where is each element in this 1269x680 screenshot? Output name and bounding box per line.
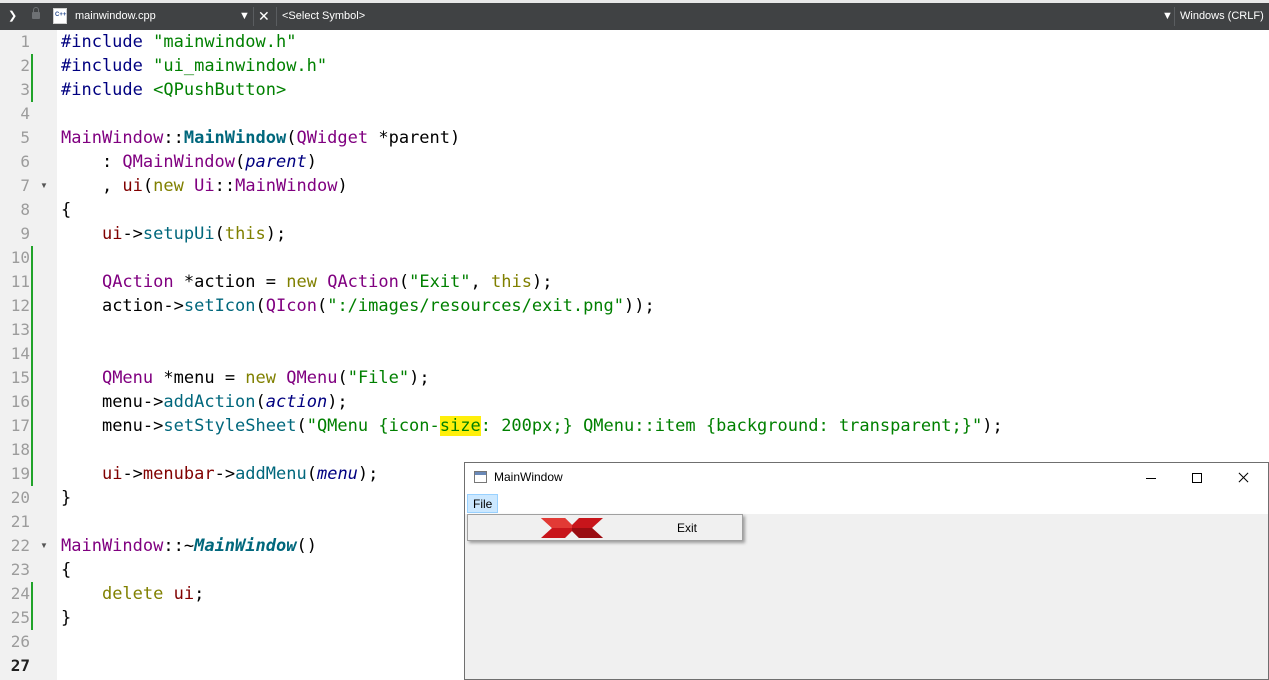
close-document-icon[interactable]: ✕ bbox=[258, 3, 270, 30]
line-number: 2 bbox=[20, 56, 30, 75]
open-file-combo[interactable]: mainwindow.cpp bbox=[75, 3, 156, 30]
line-endings-selector[interactable]: Windows (CRLF) bbox=[1180, 3, 1264, 30]
toolbar-divider bbox=[276, 7, 277, 26]
code-line-1: #include "mainwindow.h" bbox=[61, 32, 297, 52]
change-bar bbox=[31, 54, 33, 102]
file-dropdown-arrow-icon[interactable]: ▼ bbox=[239, 3, 250, 30]
line-number: 12 bbox=[10, 296, 30, 315]
line-number: 24 bbox=[10, 584, 30, 603]
line-number: 1 bbox=[20, 32, 30, 51]
line-number: 6 bbox=[20, 152, 30, 171]
minimize-icon[interactable] bbox=[1128, 463, 1174, 493]
code-line-22: MainWindow::~MainWindow() bbox=[61, 536, 317, 556]
line-number: 11 bbox=[10, 272, 30, 291]
line-number: 19 bbox=[10, 464, 30, 483]
line-number: 15 bbox=[10, 368, 30, 387]
file-menu-popup: Exit bbox=[467, 514, 743, 541]
fold-marker-icon[interactable]: ▼ bbox=[40, 534, 48, 558]
line-number: 10 bbox=[10, 248, 30, 267]
line-number: 3 bbox=[20, 80, 30, 99]
code-line-12: action->setIcon(QIcon(":/images/resource… bbox=[101, 296, 655, 316]
code-line-19: ui->menubar->addMenu(menu); bbox=[101, 464, 379, 484]
search-highlight: size bbox=[439, 416, 481, 436]
menu-item-exit[interactable]: Exit bbox=[677, 521, 697, 535]
code-line-15: QMenu *menu = new QMenu("File"); bbox=[101, 368, 430, 388]
code-line-6: : QMainWindow(parent) bbox=[61, 152, 317, 172]
code-line-11: QAction *action = new QAction("Exit", th… bbox=[101, 272, 553, 292]
change-bar bbox=[31, 582, 33, 630]
line-number: 25 bbox=[10, 608, 30, 627]
app-menu-bar: File bbox=[465, 493, 1268, 514]
code-line-3: #include <QPushButton> bbox=[61, 80, 287, 100]
line-number: 18 bbox=[10, 440, 30, 459]
code-line-8: { bbox=[61, 200, 72, 220]
code-line-16: menu->addAction(action); bbox=[101, 392, 348, 412]
maximize-icon[interactable] bbox=[1174, 463, 1220, 493]
line-number: 5 bbox=[20, 128, 30, 147]
menu-file[interactable]: File bbox=[467, 494, 499, 513]
line-number: 8 bbox=[20, 200, 30, 219]
line-number: 9 bbox=[20, 224, 30, 243]
toolbar-divider bbox=[253, 7, 254, 26]
code-line-25: } bbox=[61, 608, 72, 628]
code-line-20: } bbox=[61, 488, 72, 508]
line-number: 13 bbox=[10, 320, 30, 339]
change-bar bbox=[31, 246, 33, 486]
app-window-title: MainWindow bbox=[494, 470, 563, 484]
exit-icon[interactable] bbox=[541, 517, 603, 539]
toolbar-divider bbox=[1174, 7, 1175, 26]
code-line-2: #include "ui_mainwindow.h" bbox=[61, 56, 328, 76]
line-number: 14 bbox=[10, 344, 30, 363]
editor-toolbar: ❯ C++ mainwindow.cpp ▼ ✕ <Select Symbol>… bbox=[0, 0, 1269, 30]
cpp-file-icon: C++ bbox=[53, 8, 67, 24]
fold-marker-icon[interactable]: ▼ bbox=[40, 174, 48, 198]
code-line-7: , ui(new Ui::MainWindow) bbox=[61, 176, 348, 196]
code-line-17: menu->setStyleSheet("QMenu {icon-size: 2… bbox=[101, 416, 1003, 436]
symbol-selector[interactable]: <Select Symbol> bbox=[282, 3, 365, 30]
line-number: 21 bbox=[10, 512, 30, 531]
line-number: 16 bbox=[10, 392, 30, 411]
code-line-5: MainWindow::MainWindow(QWidget *parent) bbox=[61, 128, 461, 148]
code-line-9: ui->setupUi(this); bbox=[101, 224, 287, 244]
line-number: 26 bbox=[10, 632, 30, 651]
code-line-24: delete ui; bbox=[101, 584, 205, 604]
line-number: 17 bbox=[10, 416, 30, 435]
app-title-bar[interactable]: MainWindow bbox=[465, 463, 1268, 493]
close-icon[interactable] bbox=[1220, 463, 1266, 493]
line-number: 22 bbox=[10, 536, 30, 555]
line-number: 27 bbox=[10, 656, 30, 675]
line-number-gutter[interactable]: 1 2 3 4 5 6 7 8 9 10 11 12 13 14 15 16 17 18 19 20 21 22 23 24 2… bbox=[0, 30, 57, 680]
line-number: 23 bbox=[10, 560, 30, 579]
line-number: 4 bbox=[20, 104, 30, 123]
line-number: 20 bbox=[10, 488, 30, 507]
code-line-23: { bbox=[61, 560, 72, 580]
app-window-icon bbox=[474, 471, 487, 483]
line-number: 7 bbox=[20, 176, 30, 195]
app-main-window[interactable]: MainWindow File Exit bbox=[464, 462, 1269, 680]
line-endings-dropdown-arrow-icon[interactable]: ▼ bbox=[1162, 3, 1173, 30]
lock-icon[interactable] bbox=[32, 7, 40, 19]
back-arrow-icon[interactable]: ❯ bbox=[8, 3, 17, 30]
